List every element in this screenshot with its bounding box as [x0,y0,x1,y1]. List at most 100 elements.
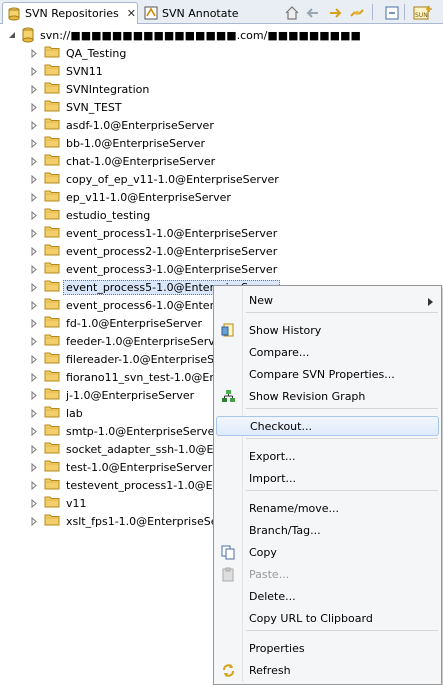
collapsed-arrow-icon[interactable] [30,282,38,292]
menu-item-rename-move[interactable]: Rename/move... [216,498,439,518]
tree-item[interactable]: estudio_testing [30,206,150,224]
tab-svn-repositories[interactable]: SVN Repositories ✕ [2,2,138,24]
forward-arrow-icon[interactable] [326,4,344,21]
home-icon[interactable] [283,4,301,21]
tree-item[interactable]: smtp-1.0@EnterpriseServer [30,422,219,440]
menu-item-paste[interactable]: Paste... [216,564,439,584]
tree-item[interactable]: copy_of_ep_v11-1.0@EnterpriseServer [30,170,279,188]
tree-item[interactable]: filereader-1.0@EnterpriseServer [30,350,243,368]
collapsed-arrow-icon[interactable] [30,84,38,94]
repository-url: svn://■■■■■■■■■■■■■■■■.com/■■■■■■■■■ [40,28,361,42]
menu-item-label: Paste... [249,567,290,581]
tree-item[interactable]: asdf-1.0@EnterpriseServer [30,116,214,134]
tree-item[interactable]: SVNIntegration [30,80,149,98]
tree-item[interactable]: fd-1.0@EnterpriseServer [30,314,202,332]
collapsed-arrow-icon[interactable] [30,138,38,148]
tree-item[interactable]: event_process1-1.0@EnterpriseServer [30,224,277,242]
collapsed-arrow-icon[interactable] [30,318,38,328]
collapsed-arrow-icon[interactable] [30,174,38,184]
repository-icon [22,27,34,43]
tree-item-label: asdf-1.0@EnterpriseServer [66,118,214,132]
folder-icon [44,369,66,385]
tree-item[interactable]: test-1.0@EnterpriseServer [30,458,212,476]
tree-item[interactable]: xslt_fps1-1.0@EnterpriseServer [30,512,240,530]
menu-item-copy-url-to-clipboard[interactable]: Copy URL to Clipboard [216,608,439,628]
tree-item-label: SVN11 [66,64,103,78]
tree-item[interactable]: bb-1.0@EnterpriseServer [30,134,205,152]
menu-item-compare-svn-properties[interactable]: Compare SVN Properties... [216,364,439,384]
collapsed-arrow-icon[interactable] [30,336,38,346]
collapsed-arrow-icon[interactable] [30,480,38,490]
folder-icon [44,63,66,79]
tree-item[interactable]: QA_Testing [30,44,126,62]
svn-repository-icon [8,7,20,20]
menu-item-delete[interactable]: Delete... [216,586,439,606]
menu-item-label: Show History [249,323,322,337]
collapsed-arrow-icon[interactable] [30,390,38,400]
tree-item[interactable]: SVN_TEST [30,98,122,116]
menu-item-import[interactable]: Import... [216,468,439,488]
menu-item-show-history[interactable]: Show History [216,320,439,340]
collapsed-arrow-icon[interactable] [30,408,38,418]
menu-separator [246,438,438,439]
menu-item-label: Import... [249,471,296,485]
tree-item[interactable]: chat-1.0@EnterpriseServer [30,152,215,170]
menu-item-new[interactable]: New [216,290,439,310]
tree-item[interactable]: j-1.0@EnterpriseServer [30,386,194,404]
tab-svn-annotate[interactable]: SVN Annotate [140,2,240,24]
collapsed-arrow-icon[interactable] [30,120,38,130]
menu-item-label: Rename/move... [249,501,340,515]
collapsed-arrow-icon[interactable] [30,192,38,202]
collapsed-arrow-icon[interactable] [30,444,38,454]
collapsed-arrow-icon[interactable] [30,426,38,436]
menu-item-refresh[interactable]: Refresh [216,660,439,680]
menu-item-checkout[interactable]: Checkout... [216,416,439,436]
collapsed-arrow-icon[interactable] [30,354,38,364]
folder-icon [44,117,66,133]
menu-item-compare[interactable]: Compare... [216,342,439,362]
tree-item[interactable]: v11 [30,494,87,512]
folder-icon [44,441,66,457]
folder-icon [44,81,66,97]
folder-icon [44,207,66,223]
collapsed-arrow-icon[interactable] [30,66,38,76]
tree-item[interactable]: event_process2-1.0@EnterpriseServer [30,242,277,260]
menu-item-label: Branch/Tag... [249,523,321,537]
link-with-editor-icon[interactable] [348,4,366,21]
collapsed-arrow-icon[interactable] [30,246,38,256]
menu-item-export[interactable]: Export... [216,446,439,466]
menu-item-show-revision-graph[interactable]: Show Revision Graph [216,386,439,406]
collapsed-arrow-icon[interactable] [30,516,38,526]
tree-item-label: test-1.0@EnterpriseServer [66,460,213,474]
back-arrow-icon[interactable] [304,4,322,21]
menu-item-copy[interactable]: Copy [216,542,439,562]
close-icon[interactable]: ✕ [127,7,136,20]
collapsed-arrow-icon[interactable] [30,498,38,508]
tree-item[interactable]: event_process3-1.0@EnterpriseServer [30,260,277,278]
collapsed-arrow-icon[interactable] [30,264,38,274]
collapsed-arrow-icon[interactable] [30,210,38,220]
collapsed-arrow-icon[interactable] [30,462,38,472]
collapsed-arrow-icon[interactable] [30,48,38,58]
new-repository-location-icon[interactable]: SUN [412,4,434,21]
collapsed-arrow-icon[interactable] [30,300,38,310]
expanded-arrow-icon[interactable] [8,30,16,40]
tree-item[interactable]: feeder-1.0@EnterpriseServer [30,332,226,350]
collapsed-arrow-icon[interactable] [30,102,38,112]
folder-icon [44,477,66,493]
tree-item-label: fd-1.0@EnterpriseServer [66,316,202,330]
collapsed-arrow-icon[interactable] [30,372,38,382]
tree-item[interactable]: SVN11 [30,62,103,80]
menu-item-properties[interactable]: Properties [216,638,439,658]
tree-item-label: smtp-1.0@EnterpriseServer [66,424,219,438]
collapsed-arrow-icon[interactable] [30,156,38,166]
tree-root[interactable]: svn://■■■■■■■■■■■■■■■■.com/■■■■■■■■■ [8,26,361,44]
tree-item-label: feeder-1.0@EnterpriseServer [66,334,227,348]
tree-item[interactable]: ep_v11-1.0@EnterpriseServer [30,188,231,206]
tree-item-label: chat-1.0@EnterpriseServer [66,154,216,168]
menu-item-branch-tag[interactable]: Branch/Tag... [216,520,439,540]
collapsed-arrow-icon[interactable] [30,228,38,238]
tree-item[interactable]: lab [30,404,83,422]
collapse-all-icon[interactable] [383,4,401,21]
menu-separator [246,490,438,491]
